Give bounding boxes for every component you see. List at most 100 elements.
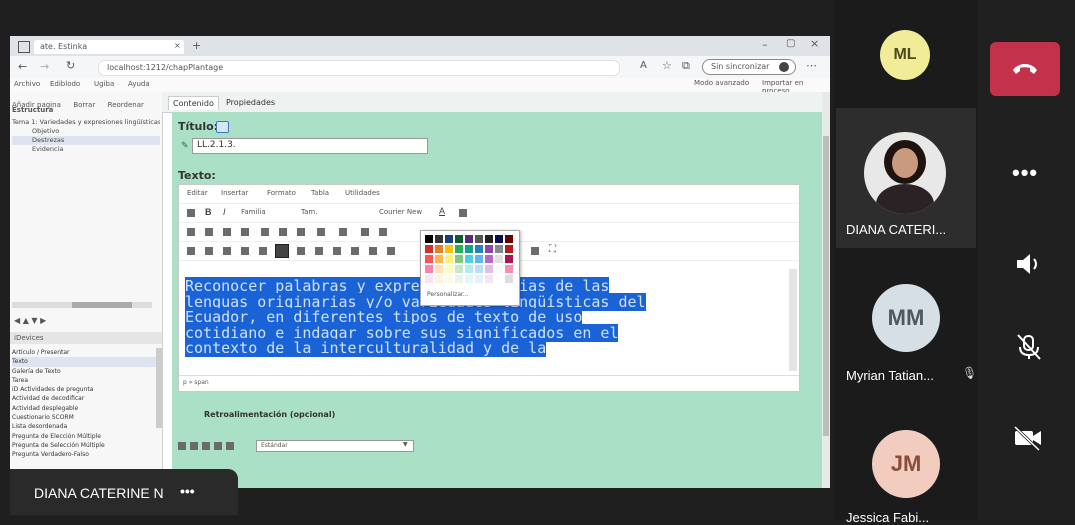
color-swatch[interactable] [435, 275, 443, 283]
color-swatch[interactable] [495, 265, 503, 273]
color-picker-button[interactable] [275, 244, 289, 258]
color-swatch[interactable] [465, 235, 473, 243]
color-swatch[interactable] [445, 235, 453, 243]
align-center-icon[interactable] [205, 228, 213, 236]
idevices-header[interactable]: iDevices [10, 332, 162, 344]
idevice-item[interactable]: Galería de Texto [12, 367, 156, 376]
color-swatch[interactable] [435, 265, 443, 273]
highlight-color-icon[interactable] [459, 209, 467, 217]
help-icon[interactable] [216, 121, 229, 133]
color-swatch[interactable] [435, 255, 443, 263]
cut-icon[interactable] [223, 247, 231, 255]
color-swatch[interactable] [445, 245, 453, 253]
idevice-item[interactable]: Lista desordenada [12, 422, 156, 431]
speaker-icon[interactable] [1014, 250, 1044, 278]
media-icon[interactable] [315, 247, 323, 255]
bold-icon[interactable]: B [205, 207, 212, 217]
color-swatch[interactable] [495, 255, 503, 263]
advanced-mode-toggle[interactable]: Modo avanzado [694, 79, 749, 87]
color-swatch[interactable] [495, 275, 503, 283]
color-swatch[interactable] [445, 275, 453, 283]
editor-scrollbar[interactable] [789, 269, 797, 371]
camera-off-icon[interactable] [1012, 424, 1044, 452]
forward-icon[interactable]: → [40, 60, 49, 73]
font-size-select[interactable]: Tam. [301, 208, 317, 216]
color-swatch[interactable] [465, 255, 473, 263]
paragraph-icon[interactable] [187, 209, 195, 217]
copy-icon[interactable] [241, 247, 249, 255]
idevice-item[interactable]: iD Actividades de pregunta [12, 385, 156, 394]
code-icon[interactable] [369, 247, 377, 255]
tab-contenido[interactable]: Contenido [168, 96, 219, 110]
color-swatch[interactable] [465, 275, 473, 283]
text-color-icon[interactable]: A [439, 206, 445, 216]
reader-icon[interactable]: A [640, 60, 647, 71]
participant-avatar-mm[interactable]: MM [872, 284, 940, 352]
idevice-item[interactable]: Tarea [12, 376, 156, 385]
menu-utilidades[interactable]: Utilidades [345, 189, 380, 197]
content-scrollbar-thumb[interactable] [823, 136, 829, 436]
browser-tab[interactable]: ate. Estinka × [34, 40, 184, 54]
profile-button[interactable]: Sin sincronizar [702, 59, 796, 75]
color-swatch[interactable] [475, 235, 483, 243]
idevice-item[interactable]: Artículo / Presentar [12, 348, 156, 357]
color-swatch[interactable] [455, 275, 463, 283]
redo-icon[interactable] [205, 247, 213, 255]
presenter-more-icon[interactable]: ••• [180, 483, 195, 499]
delete-icon[interactable] [226, 442, 234, 450]
reorder-link[interactable]: Reordenar [108, 101, 144, 109]
color-swatch[interactable] [435, 235, 443, 243]
idevice-item[interactable]: Pregunta de Selección Múltiple [12, 441, 156, 450]
menu-insertar[interactable]: Insertar [221, 189, 248, 197]
tree-nav-arrows[interactable]: ◀ ▲ ▼ ▶ [14, 316, 46, 325]
number-list-icon[interactable] [339, 228, 347, 236]
color-swatch[interactable] [505, 265, 513, 273]
participant-avatar-jm[interactable]: JM [872, 430, 940, 498]
color-swatch[interactable] [455, 245, 463, 253]
refresh-icon[interactable]: ↻ [66, 59, 75, 72]
palette-custom-link[interactable]: Personalizar... [427, 291, 469, 298]
align-right-icon[interactable] [223, 228, 231, 236]
move-down-icon[interactable] [214, 442, 222, 450]
color-swatch[interactable] [485, 245, 493, 253]
color-swatch[interactable] [425, 235, 433, 243]
italic-icon[interactable]: I [223, 207, 226, 217]
color-swatch[interactable] [495, 245, 503, 253]
back-icon[interactable]: ← [18, 60, 27, 73]
color-swatch[interactable] [435, 245, 443, 253]
tree-scrollbar[interactable] [12, 302, 152, 308]
favorite-icon[interactable]: ☆ [662, 59, 672, 72]
color-swatch[interactable] [475, 245, 483, 253]
color-swatch[interactable] [505, 255, 513, 263]
color-swatch[interactable] [475, 265, 483, 273]
color-swatch[interactable] [455, 265, 463, 273]
idevice-item[interactable]: Actividad de decodificar [12, 394, 156, 403]
image-icon[interactable] [297, 247, 305, 255]
idevice-item[interactable]: Texto [12, 357, 156, 367]
undo-icon[interactable] [187, 247, 195, 255]
indent-icon[interactable] [261, 228, 269, 236]
color-swatch[interactable] [465, 265, 473, 273]
color-swatch[interactable] [425, 275, 433, 283]
color-swatch[interactable] [455, 255, 463, 263]
idevice-item[interactable]: Pregunta de Elección Múltiple [12, 432, 156, 441]
titulo-input[interactable]: LL.2.1.3. [192, 138, 428, 154]
color-swatch[interactable] [465, 245, 473, 253]
tree-node[interactable]: Destrezas [12, 136, 160, 145]
idevice-item[interactable]: Actividad desplegable [12, 404, 156, 413]
color-swatch[interactable] [485, 265, 493, 273]
menu-ayuda[interactable]: Ayuda [128, 80, 150, 88]
menu-archivo[interactable]: Archivo [14, 80, 40, 88]
color-swatch[interactable] [485, 275, 493, 283]
close-tab-icon[interactable]: × [174, 41, 181, 50]
maximize-icon[interactable]: ▢ [786, 38, 795, 49]
formula-icon[interactable] [333, 247, 341, 255]
menu-formato[interactable]: Formato [267, 189, 296, 197]
clear-format-icon[interactable] [387, 247, 395, 255]
menu-editar[interactable]: Editar [187, 189, 208, 197]
tree-node[interactable]: Tema 1: Variedades y expresiones lingüís… [12, 118, 160, 127]
idevices-scrollbar[interactable] [156, 348, 162, 428]
menu-estilos[interactable]: Ugiba [94, 80, 114, 88]
color-swatch[interactable] [485, 255, 493, 263]
color-swatch[interactable] [475, 255, 483, 263]
